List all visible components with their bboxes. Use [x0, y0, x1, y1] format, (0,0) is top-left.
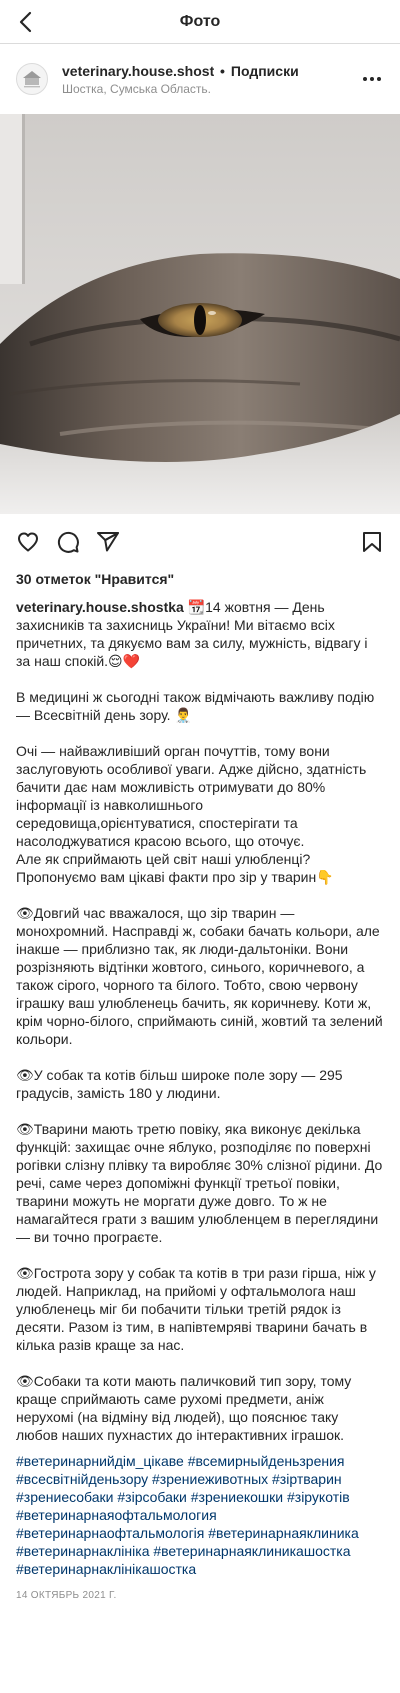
clinic-logo-icon: [23, 71, 41, 88]
caption-text: 📆14 жовтня — День захисників та захисниц…: [16, 599, 383, 1443]
paper-plane-icon[interactable]: [96, 530, 120, 554]
separator-dot: •: [220, 62, 225, 79]
caption-username[interactable]: veterinary.house.shostka: [16, 599, 184, 615]
top-bar: Фото: [0, 0, 400, 44]
bookmark-icon[interactable]: [360, 530, 384, 554]
post-actions: [0, 514, 400, 570]
chevron-left-icon[interactable]: [14, 10, 38, 34]
post-photo[interactable]: [0, 114, 400, 514]
following-button[interactable]: Подписки: [231, 63, 299, 79]
comment-icon[interactable]: [56, 530, 80, 554]
hashtags[interactable]: #ветеринарнийдім_цікаве #всемирныйденьзр…: [0, 1444, 400, 1578]
more-options-button[interactable]: [360, 67, 384, 91]
post-caption: veterinary.house.shostka 📆14 жовтня — Де…: [0, 588, 400, 1444]
post-header: veterinary.house.shostka • Подписки Шост…: [0, 44, 400, 114]
location-link[interactable]: Шостка, Сумська Область.: [62, 82, 360, 96]
page-title: Фото: [179, 12, 221, 30]
post-header-info: veterinary.house.shostka • Подписки Шост…: [62, 63, 360, 96]
cat-eye-image: [0, 114, 400, 514]
heart-icon[interactable]: [16, 530, 40, 554]
avatar[interactable]: [16, 63, 48, 95]
post-date: 14 ОКТЯБРЬ 2021 Г.: [16, 1590, 117, 1601]
more-horizontal-icon: [363, 77, 381, 81]
likes-count[interactable]: 30 отметок "Нравится": [0, 570, 400, 588]
username-link[interactable]: veterinary.house.shostka: [62, 63, 214, 79]
